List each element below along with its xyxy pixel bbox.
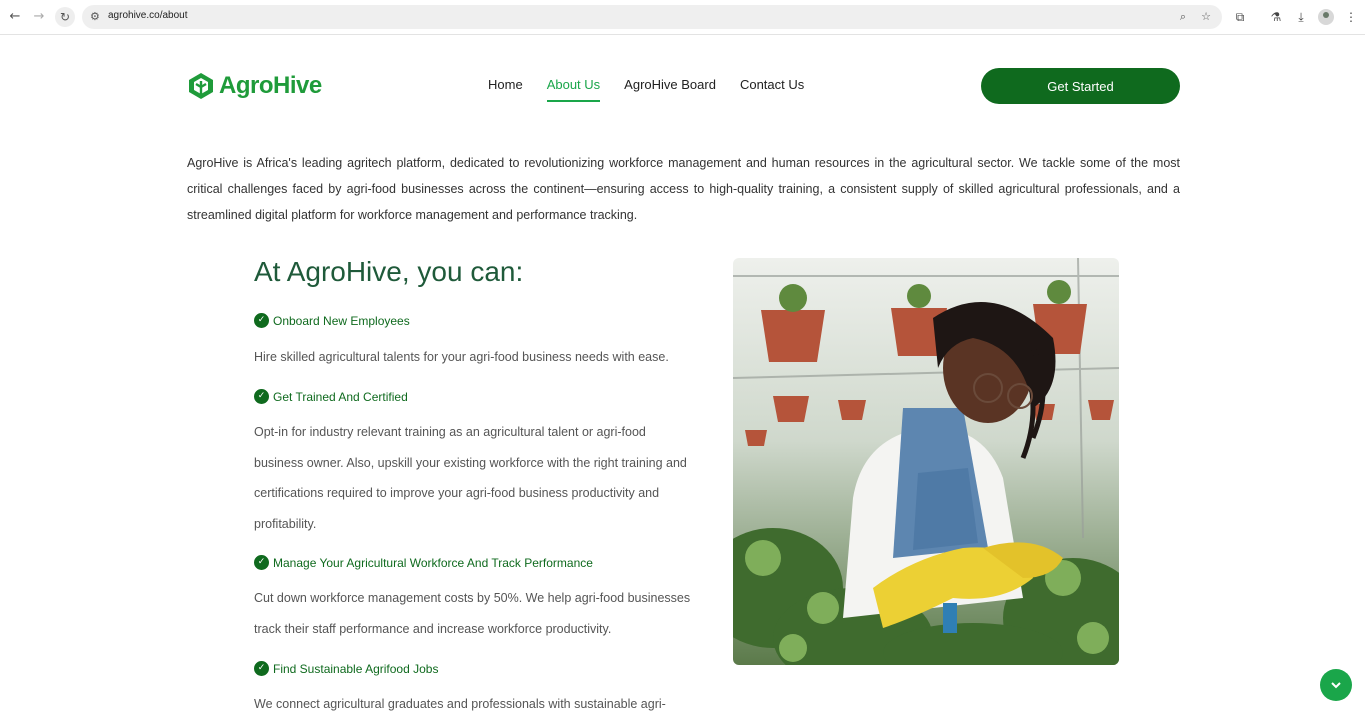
feature-title: Onboard New Employees [273, 313, 410, 328]
nav-home[interactable]: Home [488, 77, 523, 102]
feature-description: We connect agricultural graduates and pr… [254, 697, 666, 711]
check-circle-icon: ✓ [254, 555, 269, 570]
reload-icon[interactable]: ↻ [55, 7, 75, 27]
get-started-button[interactable]: Get Started [981, 68, 1180, 104]
feature-title: Find Sustainable Agrifood Jobs [273, 661, 439, 676]
labs-flask-icon[interactable]: ⚗ [1268, 9, 1284, 25]
menu-kebab-icon[interactable]: ⋮ [1343, 9, 1359, 25]
feature-item-heading: ✓ Onboard New Employees [254, 313, 410, 328]
check-circle-icon: ✓ [254, 389, 269, 404]
profile-avatar-icon[interactable] [1318, 9, 1334, 25]
nav-about-us[interactable]: About Us [546, 77, 601, 102]
check-circle-icon: ✓ [254, 313, 269, 328]
back-arrow-icon[interactable]: ← [6, 8, 24, 26]
feature-item-heading: ✓ Get Trained And Certified [254, 389, 408, 404]
hive-logo-icon [189, 73, 213, 99]
feature-item-heading: ✓ Manage Your Agricultural Workforce And… [254, 555, 593, 570]
check-circle-icon: ✓ [254, 661, 269, 676]
scroll-down-button[interactable] [1320, 669, 1352, 701]
feature-item-heading: ✓ Find Sustainable Agrifood Jobs [254, 661, 438, 676]
logo-text: AgroHive [219, 72, 322, 99]
bookmark-star-icon[interactable]: ☆ [1198, 10, 1214, 24]
feature-description: Cut down workforce management costs by 5… [254, 591, 691, 636]
zoom-icon[interactable]: ⌕ [1175, 10, 1191, 24]
site-logo[interactable]: AgroHive [187, 72, 322, 100]
feature-title: Get Trained And Certified [273, 389, 408, 404]
nav-contact-us[interactable]: Contact Us [740, 77, 804, 102]
download-icon[interactable]: ⤓ [1293, 9, 1309, 25]
site-info-icon[interactable]: ⚙ [90, 10, 104, 24]
feature-description: Hire skilled agricultural talents for yo… [254, 350, 669, 364]
chevron-down-icon [1331, 682, 1341, 689]
main-nav: Home About Us AgroHive Board Contact Us [488, 77, 804, 102]
feature-description: Opt-in for industry relevant training as… [254, 425, 687, 531]
url-text[interactable]: agrohive.co/about [108, 10, 188, 21]
address-bar[interactable]: ⚙ agrohive.co/about ⌕ ☆ [82, 5, 1222, 29]
forward-arrow-icon[interactable]: → [30, 8, 48, 26]
nav-agrohive-board[interactable]: AgroHive Board [624, 77, 716, 102]
intro-paragraph: AgroHive is Africa's leading agritech pl… [187, 156, 1180, 222]
features-heading: At AgroHive, you can: [254, 256, 524, 287]
extensions-icon[interactable]: ⧉ [1232, 9, 1248, 25]
greenhouse-worker-photo [733, 258, 1119, 665]
browser-toolbar: ← → ↻ ⚙ agrohive.co/about ⌕ ☆ ⧉ ⚗ ⤓ ⋮ [0, 0, 1365, 35]
feature-title: Manage Your Agricultural Workforce And T… [273, 555, 593, 570]
